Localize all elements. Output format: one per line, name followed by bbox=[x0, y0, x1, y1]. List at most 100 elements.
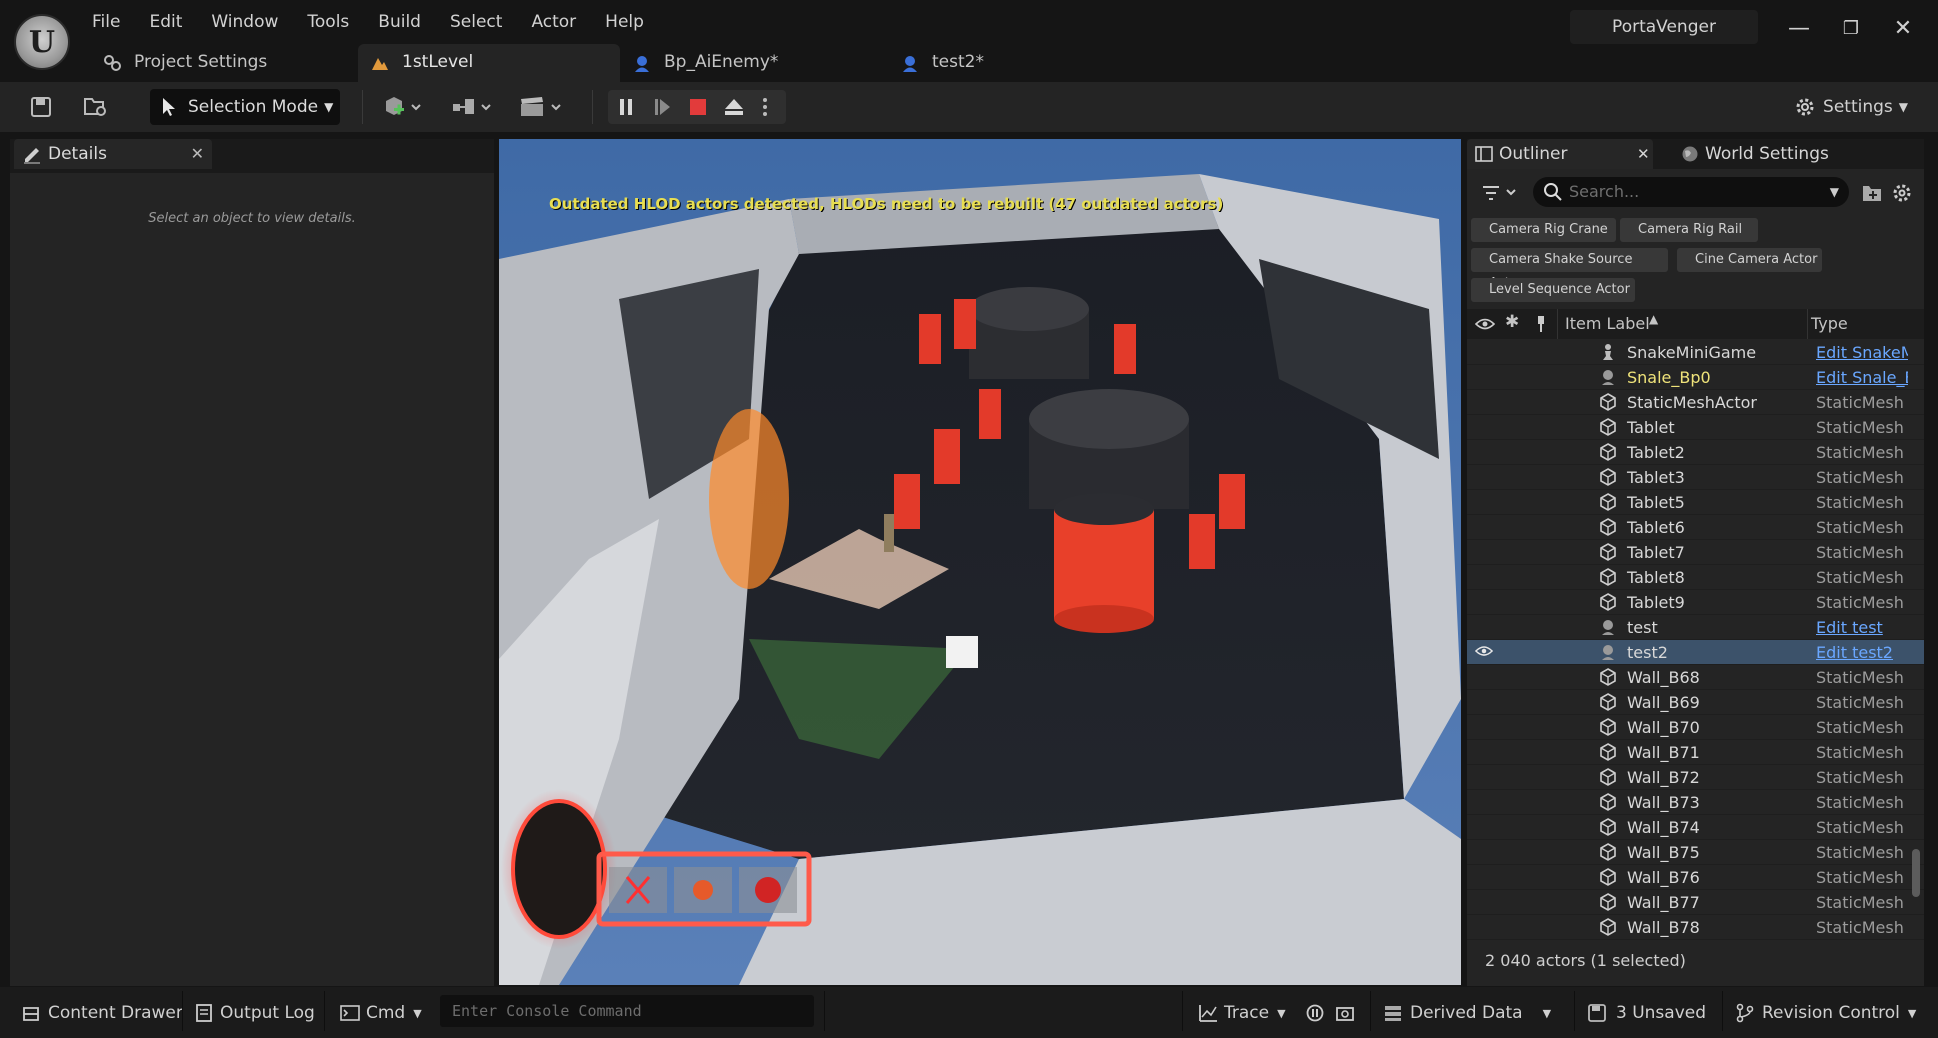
outliner-scrollbar[interactable] bbox=[1912, 849, 1920, 897]
column-type[interactable]: Type bbox=[1811, 314, 1848, 333]
derived-data-dropdown[interactable]: Derived Data ▼ bbox=[1384, 997, 1551, 1029]
close-tab-icon[interactable]: ✕ bbox=[1637, 139, 1650, 169]
filter-dropdown[interactable] bbox=[1481, 181, 1521, 205]
row-label: Tablet8 bbox=[1627, 568, 1685, 587]
outliner-row[interactable]: Tablet2 StaticMesh bbox=[1467, 440, 1924, 465]
unreal-logo-icon[interactable]: U bbox=[14, 14, 70, 70]
outliner-row[interactable]: Tablet StaticMesh bbox=[1467, 415, 1924, 440]
tab-test2[interactable]: test2* bbox=[888, 44, 1038, 82]
outliner-row[interactable]: StaticMeshActor StaticMesh bbox=[1467, 390, 1924, 415]
close-icon[interactable]: ✕ bbox=[1888, 14, 1918, 44]
filter-chip[interactable]: Camera Rig Rail bbox=[1620, 218, 1758, 242]
kebab-menu-icon bbox=[763, 98, 767, 116]
eject-button[interactable] bbox=[716, 90, 752, 124]
cinematics-button[interactable] bbox=[514, 90, 568, 124]
revision-control-dropdown[interactable]: Revision Control ▼ bbox=[1736, 997, 1916, 1029]
column-item-label[interactable]: Item Label bbox=[1565, 314, 1650, 333]
play-options-button[interactable] bbox=[752, 90, 778, 124]
save-button[interactable] bbox=[26, 90, 56, 124]
output-log-button[interactable]: Output Log bbox=[196, 997, 315, 1029]
stop-button[interactable] bbox=[680, 90, 716, 124]
outliner-row[interactable]: Tablet6 StaticMesh bbox=[1467, 515, 1924, 540]
outliner-row[interactable]: Wall_B73 StaticMesh bbox=[1467, 790, 1924, 815]
minimize-icon[interactable]: — bbox=[1784, 14, 1814, 44]
filter-chip[interactable]: Cine Camera Actor bbox=[1677, 248, 1822, 272]
menu-help[interactable]: Help bbox=[605, 12, 661, 32]
menu-edit[interactable]: Edit bbox=[149, 12, 199, 32]
close-tab-icon[interactable]: ✕ bbox=[191, 139, 204, 169]
edit-blueprint-link[interactable]: Edit test2 bbox=[1816, 643, 1908, 662]
static-mesh-icon bbox=[1599, 718, 1617, 736]
outliner-row[interactable]: Tablet7 StaticMesh bbox=[1467, 540, 1924, 565]
outliner-row[interactable]: Wall_B72 StaticMesh bbox=[1467, 765, 1924, 790]
chevron-down-icon: ▼ bbox=[1907, 1006, 1917, 1020]
outliner-row[interactable]: SnakeMiniGame Edit SnakeM bbox=[1467, 340, 1924, 365]
menu-tools[interactable]: Tools bbox=[307, 12, 366, 32]
tab-1stlevel[interactable]: 1stLevel bbox=[358, 44, 620, 82]
outliner-row[interactable]: Tablet9 StaticMesh bbox=[1467, 590, 1924, 615]
tab-outliner[interactable]: Outliner ✕ bbox=[1467, 139, 1653, 169]
add-actor-button[interactable] bbox=[378, 90, 426, 124]
menu-select[interactable]: Select bbox=[450, 12, 519, 32]
filter-chip[interactable]: Camera Shake Source Actor bbox=[1471, 248, 1668, 291]
trace-dropdown[interactable]: Trace ▼ bbox=[1198, 997, 1286, 1029]
outliner-search-input[interactable]: Search... ▼ bbox=[1533, 177, 1849, 207]
add-cube-icon bbox=[386, 97, 421, 115]
logo-glyph: U bbox=[28, 25, 56, 60]
visibility-eye-icon[interactable] bbox=[1474, 643, 1494, 661]
edit-blueprint-link[interactable]: Edit SnakeM bbox=[1816, 343, 1908, 362]
console-command-input[interactable]: Enter Console Command bbox=[440, 995, 814, 1027]
frame-skip-button[interactable] bbox=[644, 90, 680, 124]
screenshot-icon[interactable] bbox=[1336, 1004, 1354, 1022]
edit-blueprint-link[interactable]: Edit Snale_B bbox=[1816, 368, 1908, 387]
outliner-settings-gear-icon[interactable] bbox=[1891, 182, 1913, 204]
outliner-row[interactable]: test2 Edit test2 bbox=[1467, 640, 1924, 665]
pin-icon[interactable] bbox=[1535, 315, 1547, 333]
unsaved-button[interactable]: 3 Unsaved bbox=[1588, 997, 1706, 1029]
visibility-eye-icon[interactable] bbox=[1475, 317, 1495, 331]
content-drawer-button[interactable]: Content Drawer bbox=[22, 997, 183, 1029]
outliner-row[interactable]: Wall_B75 StaticMesh bbox=[1467, 840, 1924, 865]
chevron-down-icon[interactable]: ▼ bbox=[1830, 177, 1839, 207]
sort-ascending-icon: ▲ bbox=[1649, 312, 1659, 326]
static-mesh-icon bbox=[1599, 768, 1617, 786]
outliner-row[interactable]: test Edit test bbox=[1467, 615, 1924, 640]
outliner-row[interactable]: Wall_B69 StaticMesh bbox=[1467, 690, 1924, 715]
menu-build[interactable]: Build bbox=[378, 12, 438, 32]
edit-blueprint-link[interactable]: Edit test bbox=[1816, 618, 1908, 637]
outliner-row[interactable]: Wall_B68 StaticMesh bbox=[1467, 665, 1924, 690]
record-trace-icon[interactable] bbox=[1306, 1004, 1324, 1022]
settings-button[interactable]: Settings ▼ bbox=[1793, 90, 1908, 124]
menu-window[interactable]: Window bbox=[211, 12, 295, 32]
static-mesh-icon bbox=[1599, 593, 1617, 611]
pin-star-icon[interactable]: ✱ bbox=[1505, 312, 1519, 332]
outliner-row[interactable]: Wall_B71 StaticMesh bbox=[1467, 740, 1924, 765]
outliner-row[interactable]: Snale_Bp0 Edit Snale_B bbox=[1467, 365, 1924, 390]
add-folder-icon[interactable] bbox=[1861, 183, 1883, 203]
outliner-row[interactable]: Wall_B77 StaticMesh bbox=[1467, 890, 1924, 915]
menu-actor[interactable]: Actor bbox=[531, 12, 593, 32]
tab-world-settings[interactable]: World Settings bbox=[1673, 139, 1833, 169]
restore-icon[interactable]: ❐ bbox=[1836, 14, 1866, 44]
outliner-row[interactable]: Wall_B78 StaticMesh bbox=[1467, 915, 1924, 940]
content-browse-button[interactable] bbox=[80, 90, 112, 124]
outliner-row[interactable]: Wall_B74 StaticMesh bbox=[1467, 815, 1924, 840]
pause-button[interactable] bbox=[608, 90, 644, 124]
filter-chip[interactable]: Camera Rig Crane bbox=[1471, 218, 1616, 242]
selection-mode-dropdown[interactable]: Selection Mode ▼ bbox=[150, 89, 340, 125]
tab-bp-aienemy[interactable]: Bp_AiEnemy* bbox=[620, 44, 888, 82]
profile-name[interactable]: PortaVenger bbox=[1570, 10, 1758, 44]
outliner-row[interactable]: Tablet5 StaticMesh bbox=[1467, 490, 1924, 515]
tab-project-settings[interactable]: Project Settings bbox=[90, 44, 358, 82]
outliner-row[interactable]: Wall_B76 StaticMesh bbox=[1467, 865, 1924, 890]
details-tab[interactable]: Details ✕ bbox=[14, 139, 212, 169]
outliner-row[interactable]: Tablet8 StaticMesh bbox=[1467, 565, 1924, 590]
level-viewport[interactable]: Outdated HLOD actors detected, HLODs nee… bbox=[499, 139, 1461, 985]
filter-chip[interactable]: Level Sequence Actor bbox=[1471, 278, 1635, 302]
outliner-row[interactable]: Wall_B70 StaticMesh bbox=[1467, 715, 1924, 740]
blueprint-menu-button[interactable] bbox=[446, 90, 496, 124]
cmd-dropdown[interactable]: Cmd ▼ bbox=[340, 997, 422, 1029]
details-panel: Details ✕ Select an object to view detai… bbox=[10, 139, 494, 986]
menu-file[interactable]: File bbox=[92, 12, 137, 32]
outliner-row[interactable]: Tablet3 StaticMesh bbox=[1467, 465, 1924, 490]
